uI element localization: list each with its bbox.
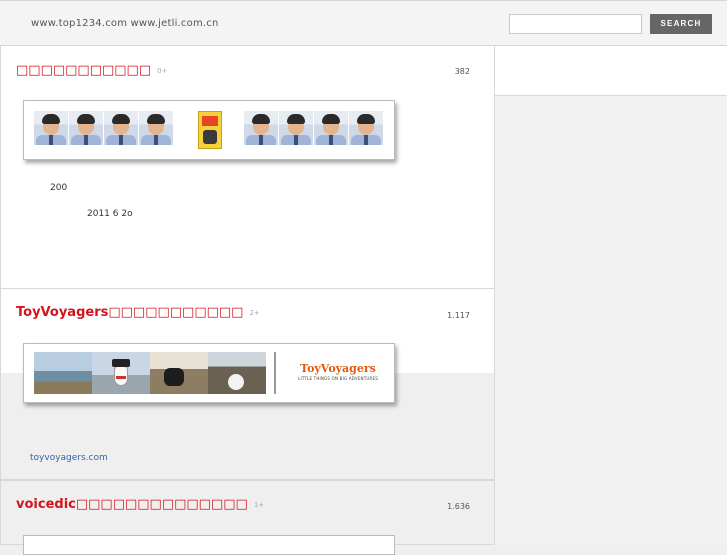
face-photo [279,111,313,145]
view-count: 1.117 [447,311,470,320]
main-content: □□□□□□□□□□□ 0+ 382 200 2011 6 2o ToyVoyag… [0,46,494,555]
logo-name: ToyVoyagers [300,362,376,375]
post-title[interactable]: □□□□□□□□□□□ 0+ [16,63,167,78]
toyvoyagers-logo: ToyVoyagers LITTLE THINGS ON BIG ADVENTU… [291,352,385,394]
post-title-text[interactable]: ToyVoyagers□□□□□□□□□□□ [16,305,243,320]
sidebar [494,46,727,545]
logo-tagline: LITTLE THINGS ON BIG ADVENTURES [298,376,378,381]
top-bar: www.top1234.com www.jetli.com.cn SEARCH [0,0,727,46]
comment-count[interactable]: 0+ [157,67,167,75]
post-item: voicedic□□□□□□□□□□□□□□ 1+ 1.636 [0,480,494,555]
post-title-text[interactable]: □□□□□□□□□□□ [16,63,151,78]
photo-thumbnail [208,352,266,394]
face-photo [34,111,68,145]
post-link[interactable]: toyvoyagers.com [30,453,108,463]
photo-thumbnail [150,352,208,394]
image-divider [274,352,276,394]
face-photo [139,111,173,145]
face-photo [69,111,103,145]
view-count: 382 [454,67,470,76]
face-photo [314,111,348,145]
photo-thumbnail [34,352,92,394]
post-title[interactable]: voicedic□□□□□□□□□□□□□□ 1+ [16,497,264,512]
post-item: □□□□□□□□□□□ 0+ 382 200 2011 6 2o [0,46,494,289]
book-cover-image [198,111,222,149]
search-button[interactable]: SEARCH [650,14,712,34]
post-image-toyvoyagers[interactable]: ToyVoyagers LITTLE THINGS ON BIG ADVENTU… [23,343,395,403]
face-photo [244,111,278,145]
post-image-faces[interactable] [23,100,395,160]
photo-thumbnail [92,352,150,394]
comment-count[interactable]: 2+ [249,309,259,317]
post-item: ToyVoyagers□□□□□□□□□□□ 2+ 1.117 ToyVoyage… [0,289,494,480]
face-photo [104,111,138,145]
site-url[interactable]: www.top1234.com www.jetli.com.cn [31,18,219,29]
post-body-line: 200 [50,183,68,193]
comment-count[interactable]: 1+ [254,501,264,509]
face-photo [349,111,383,145]
post-title[interactable]: ToyVoyagers□□□□□□□□□□□ 2+ [16,305,260,320]
post-image-voicedic[interactable] [23,535,395,555]
post-title-text[interactable]: voicedic□□□□□□□□□□□□□□ [16,497,248,512]
post-body-line: 2011 6 2o [87,209,133,219]
search-input[interactable] [509,14,642,34]
sidebar-widget [495,46,727,96]
view-count: 1.636 [447,502,470,511]
